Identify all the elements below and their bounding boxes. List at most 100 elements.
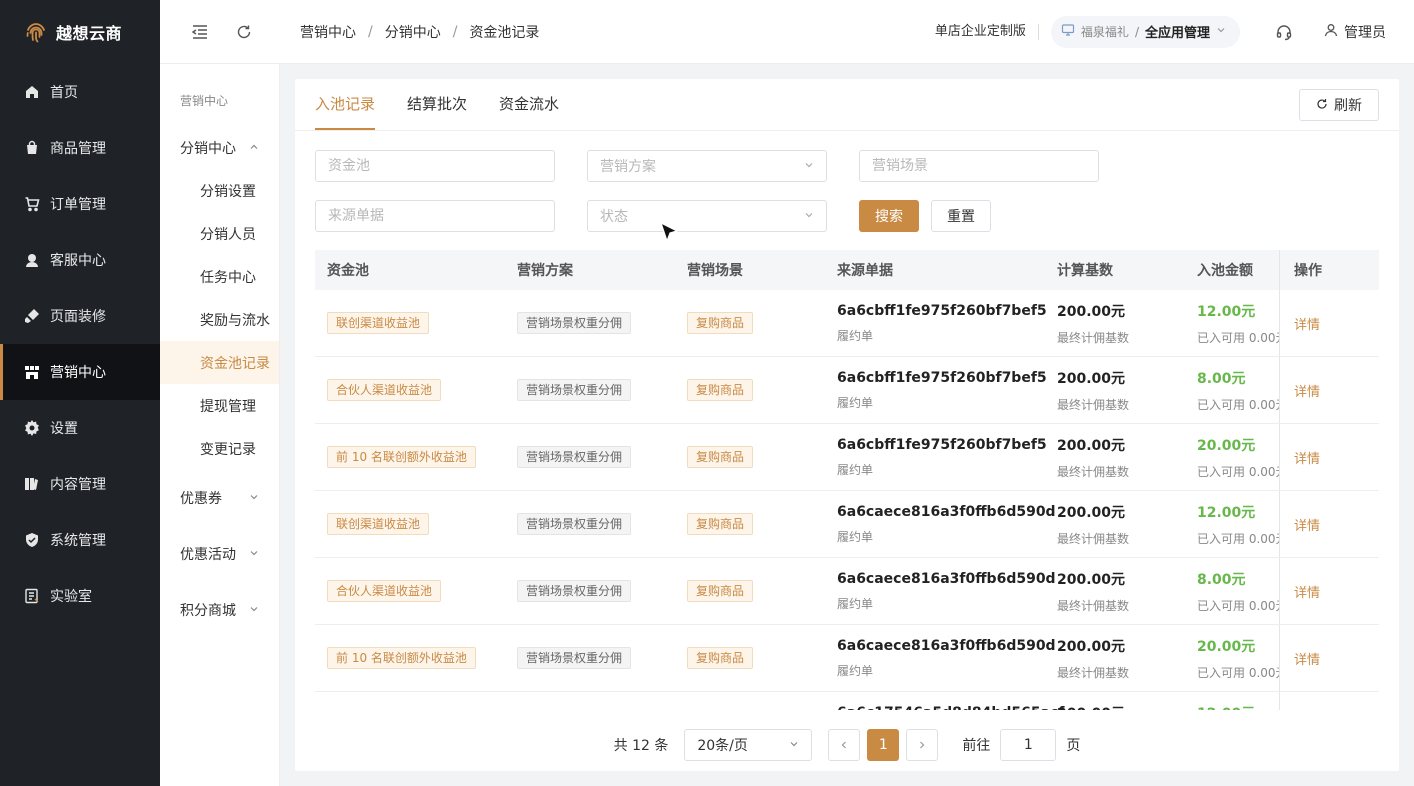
user-menu[interactable]: 管理员 [1324,22,1386,42]
plan-tag: 营销场景权重分佣 [517,446,632,468]
source-input[interactable] [315,200,555,232]
tab[interactable]: 入池记录 [315,93,376,130]
chevron-down-icon [249,604,259,617]
sidebar-item[interactable]: 首页 [0,64,160,120]
store-switcher[interactable]: 福泉福礼 / 全应用管理 [1050,15,1240,48]
brand-name: 越想云商 [56,24,123,43]
detail-link[interactable]: 详情 [1294,448,1320,467]
breadcrumb-item[interactable]: 分销中心 [385,22,441,42]
page-size-select[interactable]: 20条/页 [684,729,813,761]
sidebar-item-label: 首页 [50,85,78,101]
refresh-label: 刷新 [1334,97,1362,113]
total-count: 12 [632,738,650,754]
scene-input-field[interactable] [872,158,1086,174]
source-id: 6a6cbff1fe975f260bf7bef5 [837,369,1047,386]
user-name: 管理员 [1344,24,1386,41]
pool-input[interactable] [315,150,555,182]
submenu-item[interactable]: 资金池记录 [160,341,279,384]
column-header: 操作 [1279,250,1379,290]
app-scope: 全应用管理 [1144,26,1210,41]
table-row: 前 10 名联创额外收益池 营销场景权重分佣 复购商品 6a6cbff1fe975f2… [315,424,1379,491]
scene-tag: 复购商品 [687,446,754,468]
mouse-cursor-icon [660,222,679,243]
source-input-field[interactable] [328,208,542,224]
search-button[interactable]: 搜索 [859,200,919,232]
chevron-left-icon [842,741,847,749]
source-type: 履约单 [837,395,874,410]
plan-tag: 营销场景权重分佣 [517,312,632,334]
pool-amount: 8.00元 [1197,571,1246,588]
content-icon [24,476,40,492]
source-id: 6a6caece816a3f0ffb6d590d [837,503,1056,520]
submenu-group-label: 分销中心 [180,141,236,157]
table-header: 资金池 营销方案 营销场景 来源单据 计算基数 入池金额 操作 [315,250,1379,290]
detail-link[interactable]: 详情 [1294,314,1320,333]
source-type: 履约单 [837,663,874,678]
submenu: 营销中心 分销中心 分销设置 分销人员 任务中心 奖励与流水 资金池记录 提现管理 变更记录… [160,64,280,786]
collapse-menu-icon[interactable] [190,22,210,42]
plan-select[interactable]: 营销方案 [587,150,827,182]
tab[interactable]: 结算批次 [407,93,467,130]
plan-tag: 营销场景权重分佣 [517,580,632,602]
prev-page-button[interactable] [828,729,861,761]
status-select[interactable]: 状态 [587,200,827,232]
base-note: 最终计佣基数 [1057,397,1130,412]
jump-page-input[interactable]: 1 [1000,729,1057,761]
submenu-item[interactable]: 提现管理 [160,384,279,427]
submenu-item[interactable]: 奖励与流水 [160,298,279,341]
submenu-item[interactable]: 变更记录 [160,427,279,470]
sidebar-item-label: 营销中心 [50,365,106,381]
refresh-button[interactable]: 刷新 [1299,89,1379,121]
pool-input-field[interactable] [328,158,542,174]
sidebar-item-label: 设置 [50,421,78,437]
plan-select-placeholder: 营销方案 [600,159,656,175]
plan-tag: 营销场景权重分佣 [517,379,632,401]
detail-link[interactable]: 详情 [1294,582,1320,601]
pool-amount: 20.00元 [1197,638,1256,655]
sidebar-item[interactable]: 订单管理 [0,176,160,232]
detail-link[interactable]: 详情 [1294,381,1320,400]
headset-icon[interactable] [1274,22,1294,42]
page-number-current[interactable]: 1 [867,729,900,761]
cart-icon [24,196,40,212]
reload-icon[interactable] [234,22,254,42]
sidebar-item-label: 商品管理 [50,141,106,157]
shield-icon [24,532,40,548]
base-note: 最终计佣基数 [1057,531,1130,546]
detail-link[interactable]: 详情 [1294,649,1320,668]
submenu-item[interactable]: 分销人员 [160,212,279,255]
sidebar-item-label: 实验室 [50,589,92,605]
table-row: 合伙人渠道收益池 营销场景权重分佣 复购商品 6a6cbff1fe975f260bf7… [315,357,1379,424]
submenu-group[interactable]: 优惠活动 [160,526,279,582]
brand-logo[interactable]: 越想云商 [0,0,160,64]
source-type: 履约单 [837,596,874,611]
scene-input[interactable] [859,150,1099,182]
sidebar-item[interactable]: 设置 [0,400,160,456]
pool-tag: 联创渠道收益池 [327,513,430,535]
sidebar-item[interactable]: 系统管理 [0,512,160,568]
source-type: 履约单 [837,529,874,544]
page-jump: 前往 1 页 [962,729,1080,761]
submenu-group[interactable]: 优惠券 [160,470,279,526]
submenu-group[interactable]: 积分商城 [160,582,279,638]
sidebar-item[interactable]: 客服中心 [0,232,160,288]
submenu-item[interactable]: 任务中心 [160,255,279,298]
sidebar-item[interactable]: 实验室 [0,568,160,624]
submenu-group-distribution[interactable]: 分销中心 [160,127,279,169]
sidebar-item[interactable]: 内容管理 [0,456,160,512]
sidebar-item[interactable]: 商品管理 [0,120,160,176]
breadcrumb-item[interactable]: 营销中心 [300,22,356,42]
base-amount: 200.00元 [1057,504,1126,521]
source-id: 6a6caece816a3f0ffb6d590d [837,637,1056,654]
next-page-button[interactable] [906,729,939,761]
tab[interactable]: 资金流水 [499,93,559,130]
sidebar-item[interactable]: 页面装修 [0,288,160,344]
column-header: 资金池 [327,263,369,279]
reset-button[interactable]: 重置 [931,200,991,232]
submenu-item[interactable]: 分销设置 [160,169,279,212]
column-header: 计算基数 [1057,263,1113,279]
detail-link[interactable]: 详情 [1294,515,1320,534]
store-separator: / [1134,24,1139,39]
sidebar-item[interactable]: 营销中心 [0,344,160,400]
sidebar: 越想云商 首页商品管理订单管理 客服中心 页面装修营销中心设置内容管理 系统管理实验室 [0,0,160,786]
